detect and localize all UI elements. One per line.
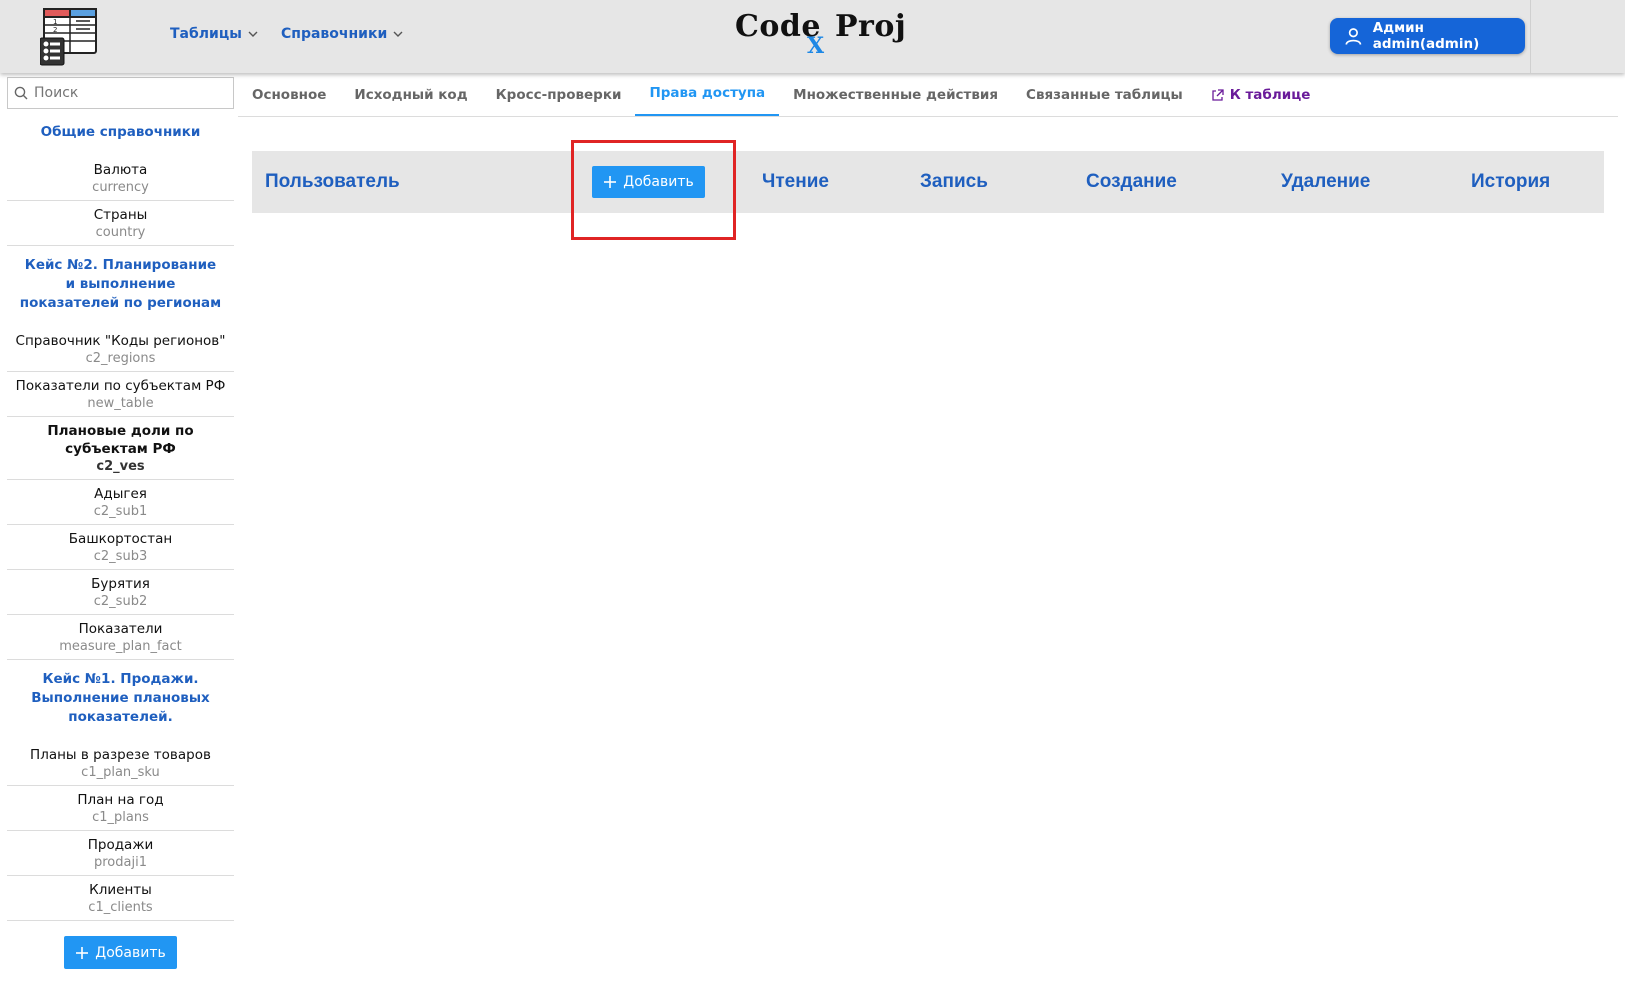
sidebar-item-code: c2_sub3 [93, 549, 148, 564]
sidebar-item-measure-plan-fact[interactable]: Показатели measure_plan_fact [7, 615, 234, 660]
sidebar-add-label: Добавить [95, 944, 166, 961]
nav-tables-label: Таблицы [170, 26, 242, 42]
sidebar-add-button[interactable]: Добавить [64, 936, 177, 969]
app-logo-icon[interactable]: 1 2 [39, 8, 98, 66]
sidebar-item-currency[interactable]: Валюта currency [7, 156, 234, 201]
sidebar-item-title: Страны [93, 207, 148, 223]
sidebar-item-code: c2_regions [85, 351, 156, 366]
sidebar-item-title: Продажи [87, 837, 154, 853]
sidebar-item-c1-clients[interactable]: Клиенты c1_clients [7, 876, 234, 921]
svg-text:2: 2 [53, 26, 57, 34]
tab-bar: Основное Исходный код Кросс-проверки Пра… [238, 73, 1618, 117]
sidebar-item-code: measure_plan_fact [59, 639, 182, 654]
tab-to-table-label: К таблице [1229, 87, 1311, 103]
tab-cross-checks[interactable]: Кросс-проверки [482, 72, 636, 116]
chevron-down-icon [248, 31, 258, 37]
sidebar-item-title: Показатели по субъектам РФ [15, 378, 226, 394]
search-input[interactable] [34, 85, 214, 101]
sidebar-item-c2-regions[interactable]: Справочник "Коды регионов" c2_regions [7, 327, 234, 372]
sidebar-item-code: c1_plans [92, 810, 149, 825]
sidebar-item-title: Бурятия [91, 576, 150, 592]
tab-related-tables[interactable]: Связанные таблицы [1012, 72, 1197, 116]
col-create: Создание [1086, 171, 1177, 192]
svg-text:1: 1 [53, 18, 57, 26]
permissions-table-header: Пользователь Чтение Запись Создание Удал… [252, 151, 1604, 213]
col-read: Чтение [762, 171, 829, 192]
tab-bulk-actions[interactable]: Множественные действия [779, 72, 1012, 116]
sidebar-item-code: c2_sub2 [93, 594, 148, 609]
sidebar-item-code: c2_ves [96, 459, 145, 474]
sidebar: Общие справочники Валюта currency Страны… [0, 73, 240, 990]
col-delete: Удаление [1281, 171, 1371, 192]
group-title: Кейс №2. Планирование и выполнение показ… [19, 257, 222, 311]
sidebar-item-title: Справочник "Коды регионов" [15, 333, 226, 349]
col-write: Запись [920, 171, 988, 192]
sidebar-item-c2-ves[interactable]: Плановые доли по субъектам РФ c2_ves [7, 417, 234, 480]
sidebar-item-code: prodaji1 [94, 855, 147, 870]
sidebar-item-code: c1_clients [88, 900, 153, 915]
user-menu-button[interactable]: Админ admin(admin) [1330, 18, 1525, 54]
sidebar-item-country[interactable]: Страны country [7, 201, 234, 245]
user-icon [1345, 28, 1362, 45]
brand-x: X [807, 33, 825, 59]
sidebar-item-c1-plan-sku[interactable]: Планы в разрезе товаров c1_plan_sku [7, 741, 234, 786]
sidebar-item-title: Показатели [78, 621, 163, 637]
header-divider [1530, 0, 1531, 73]
sidebar-item-c1-plans[interactable]: План на год c1_plans [7, 786, 234, 831]
user-label: Админ admin(admin) [1372, 20, 1480, 52]
sidebar-item-title: Плановые доли по субъектам РФ [47, 423, 194, 457]
sidebar-item-new-table[interactable]: Показатели по субъектам РФ new_table [7, 372, 234, 417]
tab-access-rights[interactable]: Права доступа [635, 72, 780, 116]
sidebar-item-code: c2_sub1 [93, 504, 148, 519]
group-title: Общие справочники [40, 124, 201, 140]
tab-to-table[interactable]: К таблице [1197, 72, 1325, 116]
sidebar-item-c2-sub2[interactable]: Бурятия c2_sub2 [7, 570, 234, 615]
sidebar-item-title: Планы в разрезе товаров [30, 747, 211, 763]
highlight-box [571, 140, 736, 240]
col-user: Пользователь [265, 171, 400, 192]
sidebar-item-code: c1_plan_sku [81, 765, 160, 780]
sidebar-item-c2-sub3[interactable]: Башкортостан c2_sub3 [7, 525, 234, 570]
col-history: История [1471, 171, 1551, 192]
sidebar-item-title: Адыгея [94, 486, 147, 502]
brand-logo: Code X Proj [735, 9, 907, 59]
sidebar-item-prodaji1[interactable]: Продажи prodaji1 [7, 831, 234, 876]
nav-references[interactable]: Справочники [281, 26, 403, 42]
sidebar-item-code: country [95, 225, 146, 240]
plus-icon [76, 946, 89, 959]
sidebar-item-title: Башкортостан [68, 531, 173, 547]
external-link-icon [1212, 89, 1224, 101]
brand-right: Proj [834, 9, 907, 44]
tab-source-code[interactable]: Исходный код [340, 72, 481, 116]
nav-tables[interactable]: Таблицы [170, 26, 258, 42]
search-icon [14, 86, 28, 100]
sidebar-item-title: Валюта [93, 162, 148, 178]
app-header: 1 2 Таблицы Справочники Code X Proj Админ … [0, 0, 1625, 73]
sidebar-list[interactable]: Общие справочники Валюта currency Страны… [7, 113, 234, 940]
sidebar-item-title: Клиенты [89, 882, 152, 898]
chevron-down-icon [393, 31, 403, 37]
tab-main[interactable]: Основное [238, 72, 340, 116]
sidebar-item-c2-sub1[interactable]: Адыгея c2_sub1 [7, 480, 234, 525]
group-title: Кейс №1. Продажи. Выполнение плановых по… [31, 671, 210, 725]
search-box[interactable] [7, 77, 234, 109]
sidebar-item-code: new_table [87, 396, 154, 411]
sidebar-item-title: План на год [77, 792, 164, 808]
sidebar-item-code: currency [92, 180, 149, 195]
nav-references-label: Справочники [281, 26, 388, 42]
